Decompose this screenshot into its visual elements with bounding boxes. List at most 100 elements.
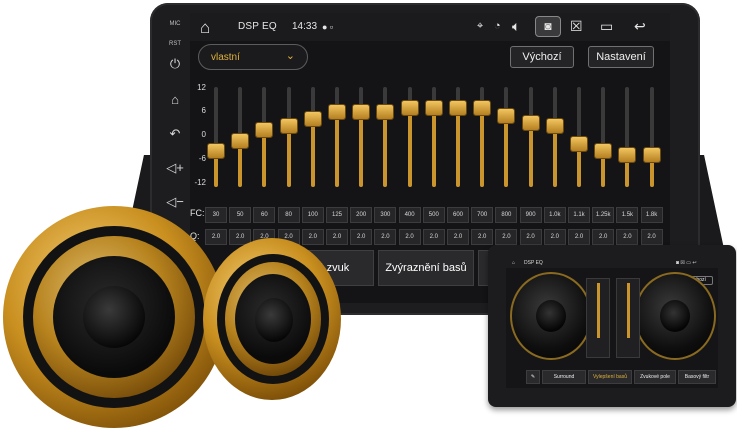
slider-knob[interactable] [377,104,394,119]
fc-cell[interactable]: 700 [471,207,494,223]
settings-button[interactable]: Nastavení [588,46,654,68]
q-cell[interactable]: 2.0 [422,229,445,245]
fc-cell[interactable]: 600 [447,207,469,223]
eq-band-slider[interactable] [571,87,587,187]
eq-band-slider[interactable] [353,87,370,187]
slider-knob[interactable] [595,144,612,159]
fc-cell[interactable]: 1.8k [640,207,663,223]
fc-cell[interactable]: 60 [253,207,276,223]
eq-band-slider[interactable] [498,87,515,187]
home-side-icon[interactable]: ⌂ [162,92,188,108]
q-cell[interactable]: 2.0 [471,229,494,245]
fc-cell[interactable]: 80 [277,207,300,223]
db-label: 0 [201,130,206,139]
mini-mode-sound-field[interactable]: Zvukové pole [634,370,676,384]
fc-cell[interactable]: 300 [374,207,397,223]
window-icon[interactable]: ▭ [600,18,613,35]
wifi-icon: ◔ [494,20,501,32]
q-cell[interactable]: 2.0 [326,229,348,245]
back-icon[interactable]: ↩ [634,18,646,35]
mini-mode-bass-boost[interactable]: Vylepšení basů [588,370,632,384]
q-cell[interactable]: 2.0 [568,229,590,245]
fc-cell[interactable]: 900 [519,207,542,223]
slider-knob[interactable] [232,133,249,148]
fc-cell[interactable]: 1.25k [592,207,615,223]
q-cell[interactable]: 2.0 [374,229,397,245]
q-cell[interactable]: 2.0 [350,229,373,245]
slider-knob[interactable] [450,101,466,116]
eq-band-slider[interactable] [256,87,273,187]
fc-cell[interactable]: 500 [422,207,445,223]
q-cell[interactable]: 2.0 [495,229,518,245]
eq-band-slider[interactable] [329,87,345,187]
fc-cell[interactable]: 125 [326,207,348,223]
eq-band-slider[interactable] [522,87,539,187]
fc-cell[interactable]: 1.0k [543,207,566,223]
slider-knob[interactable] [353,104,370,119]
eq-band-slider[interactable] [643,87,660,187]
home-icon[interactable]: ⌂ [200,18,210,38]
slider-knob[interactable] [208,144,224,159]
q-cell[interactable]: 2.0 [205,229,227,245]
eq-band-slider[interactable] [619,87,636,187]
slider-knob[interactable] [498,108,515,123]
eq-band-slider[interactable] [232,87,249,187]
q-cell[interactable]: 2.0 [543,229,566,245]
eq-band-slider[interactable] [474,87,491,187]
q-cell[interactable]: 2.0 [301,229,324,245]
slider-knob[interactable] [474,101,491,116]
eq-band-slider[interactable] [401,87,418,187]
eq-band-slider[interactable] [377,87,394,187]
fc-cell[interactable]: 800 [495,207,518,223]
q-cell[interactable]: 2.0 [592,229,615,245]
mini-mode-surround[interactable]: Surround [542,370,586,384]
fc-cell[interactable]: 1.5k [616,207,639,223]
q-cell[interactable]: 2.0 [447,229,469,245]
q-cell[interactable]: 2.0 [640,229,663,245]
eq-band-slider[interactable] [595,87,612,187]
reset-button[interactable]: RST [162,36,188,52]
close-window-icon[interactable]: ☒ [570,18,583,35]
mini-icons: ◙ ☒ ▭ ↩ [676,260,697,266]
fc-cell[interactable]: 50 [229,207,252,223]
fc-cell[interactable]: 1.1k [568,207,590,223]
fc-cell[interactable]: 30 [205,207,227,223]
volume-down-icon[interactable]: ◁− [162,194,188,210]
db-label: 12 [197,83,206,92]
back-side-icon[interactable]: ↶ [162,126,188,142]
mini-edit-icon[interactable]: ✎ [526,370,540,384]
volume-up-icon[interactable]: ◁+ [162,160,188,176]
eq-band-slider[interactable] [546,87,563,187]
eq-band-slider[interactable] [208,87,224,187]
slider-knob[interactable] [619,147,636,162]
eq-band-slider[interactable] [280,87,297,187]
slider-knob[interactable] [546,119,563,134]
slider-knob[interactable] [280,119,297,134]
slider-knob[interactable] [329,104,345,119]
power-icon[interactable]: ⏻ [162,56,188,72]
slider-knob[interactable] [304,112,321,127]
eq-band-slider[interactable] [450,87,466,187]
eq-band-slider[interactable] [304,87,321,187]
fc-cell[interactable]: 400 [398,207,421,223]
slider-knob[interactable] [643,147,660,162]
slider-knob[interactable] [522,115,539,130]
slider-knob[interactable] [425,101,442,116]
bass-boost-mode-button[interactable]: Zvýraznění basů [378,250,474,286]
camera-icon[interactable]: ◙ [535,16,561,37]
q-cell[interactable]: 2.0 [616,229,639,245]
q-cell[interactable]: 2.0 [398,229,421,245]
fc-cell[interactable]: 200 [350,207,373,223]
large-speaker-image [3,206,225,428]
slider-knob[interactable] [401,101,418,116]
fc-cell[interactable]: 100 [301,207,324,223]
slider-knob[interactable] [571,137,587,152]
eq-band-slider[interactable] [425,87,442,187]
q-cell[interactable]: 2.0 [519,229,542,245]
slider-knob[interactable] [256,122,273,137]
preset-dropdown[interactable]: vlastní ⌄ [198,44,308,70]
default-button[interactable]: Výchozí [510,46,574,68]
volume-icon[interactable]: 🔈︎ [512,18,520,35]
mini-mode-bass-filter[interactable]: Basový filtr [678,370,716,384]
location-icon: ⌖ [477,20,484,32]
